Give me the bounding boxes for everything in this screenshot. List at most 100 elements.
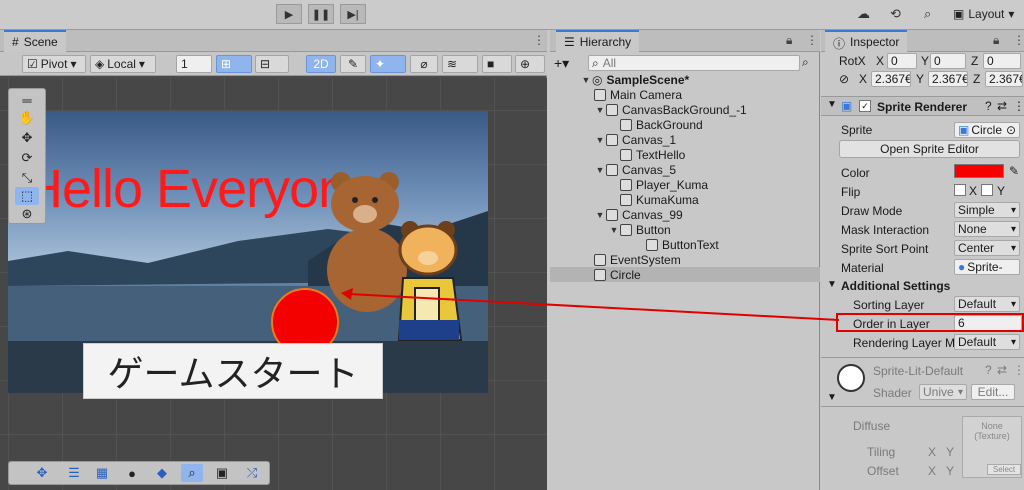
enabled-checkbox[interactable]: ✓ — [859, 100, 871, 112]
layout-dropdown[interactable]: ▣ Layout ▾ — [953, 5, 1014, 23]
settings-icon[interactable]: ⇄ — [997, 363, 1007, 377]
visibility-toggle[interactable]: ⌀ — [410, 55, 438, 73]
open-sprite-editor-button[interactable]: Open Sprite Editor — [839, 140, 1020, 158]
play-button[interactable]: ▶ — [276, 4, 302, 24]
flip-x-checkbox[interactable] — [954, 184, 966, 196]
list-item[interactable]: ▼ Canvas_99 — [550, 207, 820, 222]
menu-dots-icon[interactable]: ⋮ — [806, 33, 818, 47]
list-item-selected[interactable]: Circle — [550, 267, 820, 282]
expand-arrow-icon[interactable]: ▼ — [594, 165, 606, 175]
add-button[interactable]: +▾ — [554, 55, 569, 72]
rot-z-field[interactable]: 0 — [983, 53, 1021, 69]
expand-arrow-icon[interactable]: ▼ — [608, 225, 620, 235]
list-item[interactable]: KumaKuma — [550, 192, 820, 207]
expand-arrow-icon[interactable]: ▼ — [827, 99, 837, 110]
effects-dropdown[interactable]: ✦ — [370, 55, 406, 73]
list-item[interactable]: BackGround — [550, 117, 820, 132]
expand-arrow-icon[interactable]: ▼ — [594, 105, 606, 115]
gizmos-dropdown[interactable]: ⊕ — [515, 55, 545, 73]
link-icon[interactable]: ⊘ — [839, 72, 849, 86]
target-icon[interactable]: ⊙ — [1006, 123, 1016, 137]
grid-snap-button[interactable]: ⊞ — [216, 55, 252, 73]
rendering-layer-dropdown[interactable]: Default — [954, 334, 1020, 350]
color-swatch[interactable] — [954, 164, 1004, 178]
grid-paint-icon[interactable]: ▦ — [91, 464, 113, 482]
rot-y-field[interactable]: 0 — [930, 53, 966, 69]
rotate-tool-icon[interactable]: ⟳ — [15, 149, 39, 167]
list-item[interactable]: ▼ Canvas_5 — [550, 162, 820, 177]
help-icon[interactable]: ? — [985, 363, 992, 377]
shuffle-icon[interactable]: ⤮ — [241, 464, 263, 482]
material-field[interactable]: ● Sprite- — [954, 259, 1020, 275]
sorting-layer-dropdown[interactable]: Default — [954, 296, 1020, 312]
menu-dots-icon[interactable]: ⋮ — [1013, 363, 1024, 377]
shader-edit-button[interactable]: Edit... — [971, 384, 1015, 400]
tab-hierarchy[interactable]: ☰ Hierarchy — [556, 30, 640, 52]
rect-tool-icon[interactable]: ⬚ — [15, 187, 39, 205]
camera-dropdown[interactable]: ■ — [482, 55, 512, 73]
grid-size-field[interactable]: 1 — [176, 55, 212, 73]
list-item[interactable]: Player_Kuma — [550, 177, 820, 192]
scale-y-field[interactable]: 2.367€ — [928, 71, 968, 87]
scale-z-field[interactable]: 2.367€ — [985, 71, 1023, 87]
expand-arrow-icon[interactable]: ▼ — [827, 392, 837, 403]
settings-icon[interactable]: ⇄ — [997, 99, 1007, 113]
sprite-renderer-header[interactable]: ▼ ▣ ✓ Sprite Renderer ? ⇄ ⋮ — [821, 96, 1024, 116]
expand-arrow-icon[interactable]: ▼ — [827, 279, 837, 290]
sprite-field[interactable]: ▣ Circle ⊙ — [954, 122, 1020, 138]
mode-2d-button[interactable]: 2D — [306, 55, 336, 73]
flip-y-checkbox[interactable] — [981, 184, 993, 196]
draw-mode-dropdown[interactable]: Simple — [954, 202, 1020, 218]
pause-button[interactable]: ❚❚ — [308, 4, 334, 24]
tab-scene[interactable]: # Scene — [4, 30, 66, 52]
expand-arrow-icon[interactable]: ▼ — [594, 210, 606, 220]
list-item[interactable]: ▼ CanvasBackGround_-1 — [550, 102, 820, 117]
start-button[interactable]: ゲームスタート — [83, 343, 383, 399]
pivot-dropdown[interactable]: ☑ Pivot ▾ — [22, 55, 86, 73]
eyedropper-icon[interactable]: ✎ — [1009, 164, 1019, 178]
circle-brush-icon[interactable]: ● — [121, 464, 143, 482]
list-item[interactable]: EventSystem — [550, 252, 820, 267]
menu-dots-icon[interactable]: ⋮ — [533, 33, 545, 47]
rot-x-field[interactable]: 0 — [887, 53, 917, 69]
list-item[interactable]: Main Camera — [550, 87, 820, 102]
lock-icon[interactable]: 🔒︎ — [786, 33, 792, 48]
expand-arrow-icon[interactable]: ▼ — [594, 135, 606, 145]
list-item[interactable]: TextHello — [550, 147, 820, 162]
lock-icon[interactable]: 🔒︎ — [993, 33, 999, 48]
local-dropdown[interactable]: ◈ Local ▾ — [90, 55, 156, 73]
list-item[interactable]: ▼ ◎ SampleScene* — [550, 72, 820, 87]
list-item[interactable]: ▼ Button — [550, 222, 820, 237]
fill-icon[interactable]: ◆ — [151, 464, 173, 482]
filter-icon[interactable]: ⌕ — [802, 55, 809, 70]
increment-snap-button[interactable]: ⊟ — [255, 55, 289, 73]
expand-arrow-icon[interactable]: ▼ — [580, 75, 592, 85]
list-item[interactable]: ButtonText — [550, 237, 820, 252]
transform-tool-icon[interactable]: ⊛ — [15, 205, 39, 223]
layers-dropdown[interactable]: ≋ — [442, 55, 478, 73]
list-item[interactable]: ▼ Canvas_1 — [550, 132, 820, 147]
cloud-icon[interactable]: ☁ — [857, 6, 870, 22]
eyedropper-icon[interactable]: ▣ — [211, 464, 233, 482]
help-icon[interactable]: ? — [985, 99, 992, 113]
sprite-sort-point-dropdown[interactable]: Center — [954, 240, 1020, 256]
step-button[interactable]: ▶| — [340, 4, 366, 24]
menu-dots-icon[interactable]: ⋮ — [1013, 33, 1024, 47]
lighting-toggle[interactable]: ✎ — [340, 55, 366, 73]
history-icon[interactable]: ⟲ — [890, 6, 901, 22]
search-icon[interactable]: ⌕ — [181, 464, 203, 482]
move-icon[interactable]: ✥ — [31, 464, 53, 482]
mask-interaction-dropdown[interactable]: None — [954, 221, 1020, 237]
tilemap-icon[interactable]: ☰ — [63, 464, 85, 482]
hierarchy-search-input[interactable]: ⌕ All — [588, 55, 800, 71]
hand-tool-icon[interactable]: ✋ — [15, 109, 39, 127]
scale-x-field[interactable]: 2.367€ — [871, 71, 911, 87]
diffuse-texture-slot[interactable]: None (Texture) Select — [962, 416, 1022, 478]
move-tool-icon[interactable]: ✥ — [15, 129, 39, 147]
scale-tool-icon[interactable]: ⤡ — [15, 169, 39, 187]
tab-inspector[interactable]: ⓘ Inspector — [825, 30, 908, 52]
menu-dots-icon[interactable]: ⋮ — [1013, 99, 1024, 113]
select-texture-button[interactable]: Select — [987, 464, 1021, 475]
scene-viewport[interactable]: Hello Everyone ゲームスタート ═ ✋ ✥ ⟳ ⤡ ⬚ ⊛ ✥ ☰… — [0, 78, 547, 490]
search-icon[interactable]: ⌕ — [924, 6, 931, 22]
